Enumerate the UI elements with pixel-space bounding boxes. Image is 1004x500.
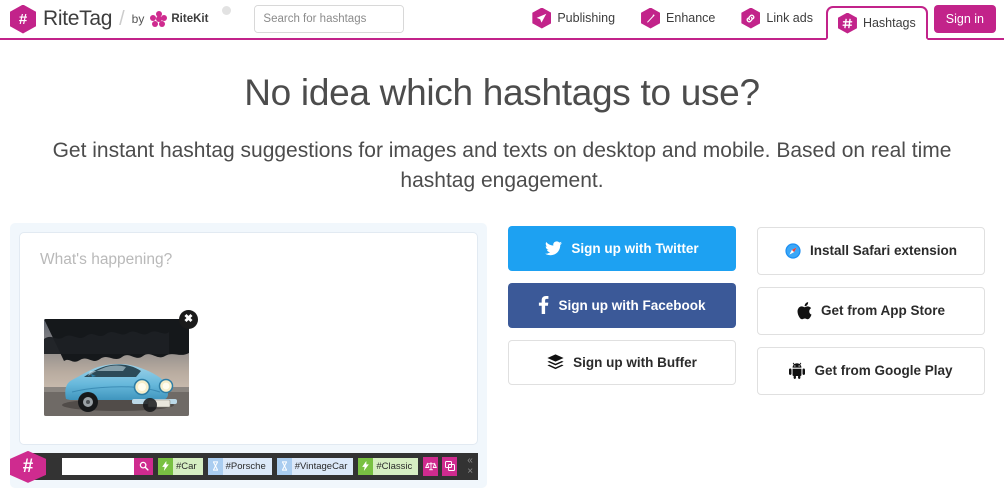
hourglass-icon — [207, 457, 223, 475]
nav-item-hashtags[interactable]: Hashtags — [825, 6, 928, 40]
collapse-toolbar-button[interactable]: « × — [467, 455, 483, 477]
nav-label-enhance: Enhance — [666, 11, 716, 25]
nav-label-link-ads: Link ads — [766, 11, 813, 25]
hashtag-icon — [837, 12, 857, 34]
ritetag-hash-glyph: # — [18, 10, 28, 28]
facebook-icon — [538, 296, 549, 315]
hashtag-chip-porsche[interactable]: #Porsche — [207, 457, 272, 475]
signup-facebook-button[interactable]: Sign up with Facebook — [508, 282, 736, 328]
lightning-bolt-icon — [358, 457, 374, 475]
hashtag-chip-classic[interactable]: #Classic — [358, 457, 419, 475]
notification-dot-icon — [222, 6, 232, 15]
paper-plane-icon — [532, 7, 552, 29]
balance-scale-icon — [424, 462, 437, 471]
hashtag-chip-label: #Classic — [376, 460, 413, 472]
hero-section: No idea which hashtags to use? Get insta… — [0, 40, 1004, 197]
apple-icon — [797, 302, 812, 320]
parent-brand-name: RiteKit — [171, 13, 209, 25]
brand-logo[interactable]: # RiteTag / by RiteKit — [10, 4, 209, 34]
remove-attachment-button[interactable]: ✖ — [179, 309, 198, 329]
hashtag-chip-car[interactable]: #Car — [158, 457, 203, 475]
signup-buffer-button[interactable]: Sign up with Buffer — [508, 339, 736, 385]
signup-button-column: Sign up with Twitter Sign up with Facebo… — [508, 223, 736, 385]
buffer-icon — [547, 354, 564, 370]
nav-item-enhance[interactable]: Enhance — [628, 0, 728, 38]
signup-buffer-label: Sign up with Buffer — [573, 354, 697, 370]
main-navigation: Publishing Enhance Link ads Hashtags Sig… — [519, 0, 1004, 40]
hashtag-chip-vintagecar[interactable]: #VintageCar — [276, 457, 354, 475]
signup-twitter-label: Sign up with Twitter — [571, 240, 699, 256]
get-from-google-play-label: Get from Google Play — [814, 363, 953, 379]
hashtag-toolbar-glyph: # — [22, 456, 34, 478]
hashtag-toolbar: # #Car #Porsche #VintageCar #Classic « × — [10, 450, 478, 483]
safari-icon — [785, 243, 801, 259]
search-icon — [139, 462, 149, 471]
balance-scale-button[interactable] — [423, 456, 439, 476]
top-header: # RiteTag / by RiteKit Publishing — [0, 0, 1004, 40]
shuffle-tags-icon — [444, 461, 455, 472]
hashtag-search-button[interactable] — [134, 457, 153, 475]
signup-facebook-label: Sign up with Facebook — [558, 297, 706, 313]
attachment-thumbnail — [44, 318, 189, 416]
nav-item-publishing[interactable]: Publishing — [519, 0, 628, 38]
page-headline: No idea which hashtags to use? — [244, 72, 760, 113]
link-icon — [741, 7, 761, 29]
nav-label-hashtags: Hashtags — [862, 16, 916, 30]
hashtag-toolbar-search — [62, 457, 153, 475]
ritetag-hex-icon: # — [10, 4, 36, 34]
compose-placeholder: What's happening? — [40, 250, 173, 268]
magic-wand-icon — [641, 7, 661, 29]
shuffle-tags-button[interactable] — [442, 456, 458, 476]
lightning-bolt-icon — [158, 457, 173, 475]
twitter-icon — [545, 241, 563, 256]
nav-item-link-ads[interactable]: Link ads — [728, 0, 826, 38]
get-from-app-store-button[interactable]: Get from App Store — [757, 286, 985, 335]
install-safari-extension-button[interactable]: Install Safari extension — [757, 226, 985, 275]
search-input[interactable] — [255, 6, 404, 32]
main-content: What's happening? ✖ # #Car #Porsche #Vin… — [0, 222, 1004, 488]
attachment-thumbnail-wrap: ✖ — [44, 309, 198, 416]
ritekit-flower-icon — [150, 10, 168, 28]
brand-separator: / — [119, 7, 125, 30]
hashtag-toolbar-tools: « × — [423, 455, 487, 477]
brand-name: RiteTag — [43, 7, 113, 30]
nav-label-publishing: Publishing — [557, 11, 616, 25]
get-from-app-store-label: Get from App Store — [820, 303, 945, 319]
hashtag-chip-label: #Car — [176, 460, 197, 472]
hashtag-chip-label: #VintageCar — [294, 460, 348, 472]
hashtag-chip-label: #Porsche — [225, 460, 266, 472]
compose-box[interactable]: What's happening? ✖ — [19, 231, 478, 445]
apps-button-column: Install Safari extension Get from App St… — [757, 223, 985, 395]
get-from-google-play-button[interactable]: Get from Google Play — [757, 346, 985, 395]
sign-in-button[interactable]: Sign in — [933, 5, 996, 33]
page-subheadline: Get instant hashtag suggestions for imag… — [52, 139, 952, 193]
hourglass-icon — [276, 457, 292, 475]
brand-by-label: by — [131, 12, 145, 26]
hashtag-toolbar-logo-icon[interactable]: # — [10, 450, 46, 483]
signup-twitter-button[interactable]: Sign up with Twitter — [508, 225, 736, 271]
header-search — [254, 5, 405, 33]
android-icon — [789, 362, 806, 380]
hashtag-search-input[interactable] — [62, 457, 134, 475]
install-safari-extension-label: Install Safari extension — [809, 243, 958, 259]
demo-panel: What's happening? ✖ # #Car #Porsche #Vin… — [10, 222, 487, 488]
